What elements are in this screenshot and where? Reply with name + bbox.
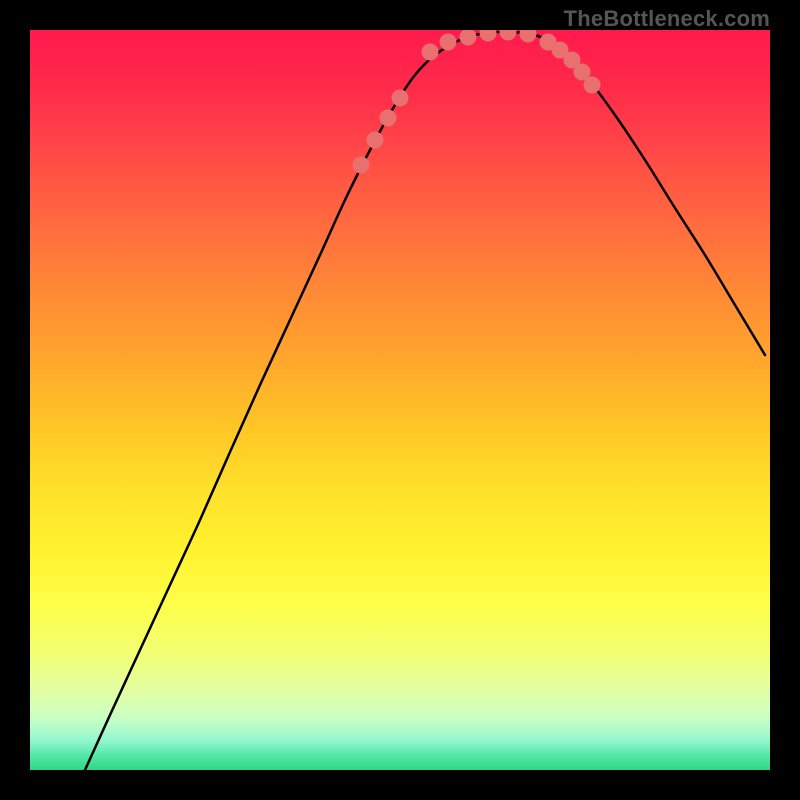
marker-point xyxy=(584,77,601,94)
bottleneck-curve xyxy=(85,32,765,770)
marker-point xyxy=(380,110,397,127)
marker-point xyxy=(480,30,497,42)
chart-svg xyxy=(30,30,770,770)
chart-frame: TheBottleneck.com xyxy=(0,0,800,800)
plot-area xyxy=(30,30,770,770)
highlighted-points xyxy=(353,30,601,174)
marker-point xyxy=(422,44,439,61)
marker-point xyxy=(367,132,384,149)
marker-point xyxy=(520,30,537,43)
marker-point xyxy=(353,157,370,174)
marker-point xyxy=(392,90,409,107)
attribution-text: TheBottleneck.com xyxy=(564,6,770,32)
marker-point xyxy=(460,30,477,46)
marker-point xyxy=(440,34,457,51)
marker-point xyxy=(500,30,517,41)
